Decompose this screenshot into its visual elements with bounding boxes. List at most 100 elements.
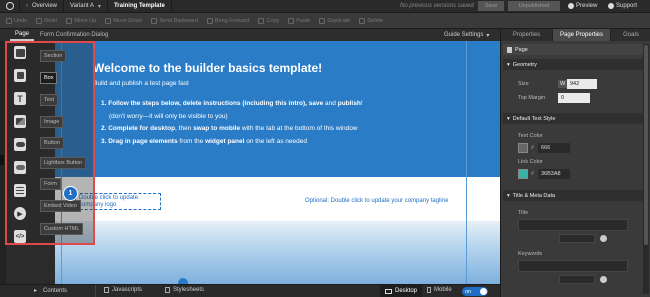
palette-image[interactable]: Image	[40, 116, 64, 128]
javascripts-tab[interactable]: Javascripts	[104, 287, 142, 293]
page-tab-bar: Page Form Confirmation Dialog Guide Sett…	[0, 29, 500, 41]
tagline-placeholder[interactable]: Optional: Double click to update your co…	[305, 198, 448, 204]
palette-button[interactable]: Button	[40, 137, 64, 149]
keywords-counter	[559, 275, 595, 284]
preview-button[interactable]: Preview	[568, 1, 597, 11]
palette-box[interactable]: Box	[40, 72, 58, 84]
send-backward-icon	[151, 17, 158, 24]
palette-button-label: Button	[44, 140, 60, 146]
hero-section[interactable]: Welcome to the builder basics template! …	[55, 41, 500, 177]
tab-page[interactable]: Page	[10, 29, 34, 41]
step-text-bold: Drag in page elements	[108, 137, 178, 145]
scrollbar[interactable]	[643, 44, 649, 294]
scrollbar-thumb[interactable]	[644, 45, 648, 245]
custom-html-widget-icon[interactable]: </>	[14, 230, 26, 243]
tab-goals[interactable]: Goals	[611, 29, 650, 41]
tab-overview[interactable]: ‹ Overview	[20, 0, 65, 13]
tab-variant[interactable]: Variant A ▾	[64, 0, 108, 13]
paste-button[interactable]: Paste	[288, 17, 311, 24]
move-up-button[interactable]: Move Up	[66, 17, 96, 24]
bring-forward-icon	[206, 17, 213, 24]
form-widget-icon[interactable]	[14, 184, 26, 197]
undo-button[interactable]: Undo	[6, 17, 27, 24]
link-color-swatch[interactable]	[518, 169, 528, 179]
help-icon[interactable]	[600, 235, 607, 242]
mobile-tab[interactable]: Mobile	[427, 287, 452, 293]
palette-text-label: Text	[44, 97, 55, 103]
palette-lightbox-label: Lightbox Button	[44, 160, 83, 166]
desktop-tab[interactable]: Desktop	[380, 285, 423, 297]
help-icon[interactable]	[600, 276, 607, 283]
copy-button[interactable]: Copy	[258, 17, 279, 24]
page-canvas[interactable]: Welcome to the builder basics template! …	[55, 41, 500, 284]
palette-embed-video[interactable]: Embed Video	[40, 200, 81, 212]
image-widget-icon[interactable]	[14, 115, 26, 128]
page-header-label: Page	[515, 46, 528, 53]
chevron-down-icon: ▾	[486, 32, 490, 39]
support-button[interactable]: Support	[608, 1, 637, 11]
help-icon	[608, 3, 614, 9]
link-color-input[interactable]: 36B3A8	[538, 169, 570, 179]
button-widget-icon[interactable]	[14, 138, 26, 151]
palette-section[interactable]: Section	[40, 50, 67, 62]
unpublished-button[interactable]: Unpublished	[508, 1, 560, 11]
palette-custom-html[interactable]: Custom HTML	[40, 223, 84, 235]
page-header: Page	[503, 44, 643, 55]
paste-label: Paste	[296, 17, 311, 24]
guide-settings-button[interactable]: Guide Settings ▾	[444, 29, 489, 41]
text-style-section[interactable]: ▾ Default Text Style	[503, 113, 643, 124]
hero-title[interactable]: Welcome to the builder basics template!	[93, 61, 322, 75]
box-widget-icon[interactable]	[14, 69, 26, 82]
palette-form[interactable]: Form	[40, 178, 61, 190]
palette-text[interactable]: Text	[40, 94, 59, 106]
stylesheets-tab[interactable]: Stylesheets	[165, 287, 204, 293]
stylesheets-label: Stylesheets	[173, 287, 205, 293]
contents-tab[interactable]: ▸ Contents	[34, 287, 67, 295]
step-text-bold: Follow the steps below, delete instructi…	[108, 100, 309, 107]
send-backward-label: Send Backward	[159, 17, 198, 24]
hash-label: #	[531, 171, 535, 177]
delete-button[interactable]: Delete	[359, 17, 383, 24]
tab-page-properties[interactable]: Page Properties	[553, 29, 611, 41]
lightbox-button-widget-icon[interactable]	[14, 161, 26, 174]
palette-lightbox-button[interactable]: Lightbox Button	[40, 157, 87, 169]
meta-section[interactable]: ▾ Title & Meta Data	[503, 190, 643, 201]
instruction-step-1: 1. Follow the steps below, delete instru…	[101, 98, 363, 111]
text-widget-icon[interactable]: T	[14, 92, 26, 105]
divider	[95, 285, 96, 297]
section-widget-icon[interactable]	[14, 46, 26, 59]
geometry-section[interactable]: ▾ Geometry	[503, 59, 643, 70]
tab-properties[interactable]: Properties	[501, 29, 553, 41]
edit-toolbar: Undo Redo Move Up Move Down Send Backwar…	[0, 13, 650, 29]
video-widget-icon[interactable]: ▶	[14, 207, 26, 220]
logo-icon[interactable]	[0, 0, 20, 13]
text-color-input[interactable]: 666	[538, 143, 570, 153]
instruction-list[interactable]: 1. Follow the steps below, delete instru…	[101, 98, 363, 148]
collapse-left-handle[interactable]	[0, 155, 4, 165]
width-prefix: W	[558, 80, 568, 88]
mobile-toggle[interactable]: on	[462, 287, 488, 296]
palette-embed-video-label: Embed Video	[44, 203, 77, 209]
step-text: on the left as needed	[244, 137, 307, 145]
tab-page-name[interactable]: Training Template	[108, 0, 172, 13]
move-down-button[interactable]: Move Down	[105, 17, 142, 24]
save-button[interactable]: Save	[478, 1, 504, 11]
redo-button[interactable]: Redo	[36, 17, 57, 24]
guide-settings-label: Guide Settings	[444, 32, 484, 38]
chevron-down-icon: ▾	[97, 3, 101, 10]
bring-forward-button[interactable]: Bring Forward	[206, 17, 250, 24]
header-band[interactable]: Double click to update company logo Opti…	[55, 177, 500, 221]
meta-title-label: Title	[518, 210, 529, 216]
keywords-input[interactable]	[518, 260, 628, 272]
bring-forward-label: Bring Forward	[214, 17, 250, 24]
top-margin-input[interactable]: 0	[558, 93, 590, 103]
text-color-swatch[interactable]	[518, 143, 528, 153]
width-input[interactable]: 942	[567, 79, 597, 89]
tab-form-confirmation[interactable]: Form Confirmation Dialog	[40, 29, 108, 41]
background-section[interactable]	[55, 221, 500, 284]
hero-subtitle[interactable]: Build and publish a test page fast	[93, 80, 189, 87]
send-backward-button[interactable]: Send Backward	[151, 17, 198, 24]
meta-title-input[interactable]	[518, 219, 628, 231]
duplicate-button[interactable]: Duplicate	[319, 17, 350, 24]
page-icon	[507, 46, 512, 53]
